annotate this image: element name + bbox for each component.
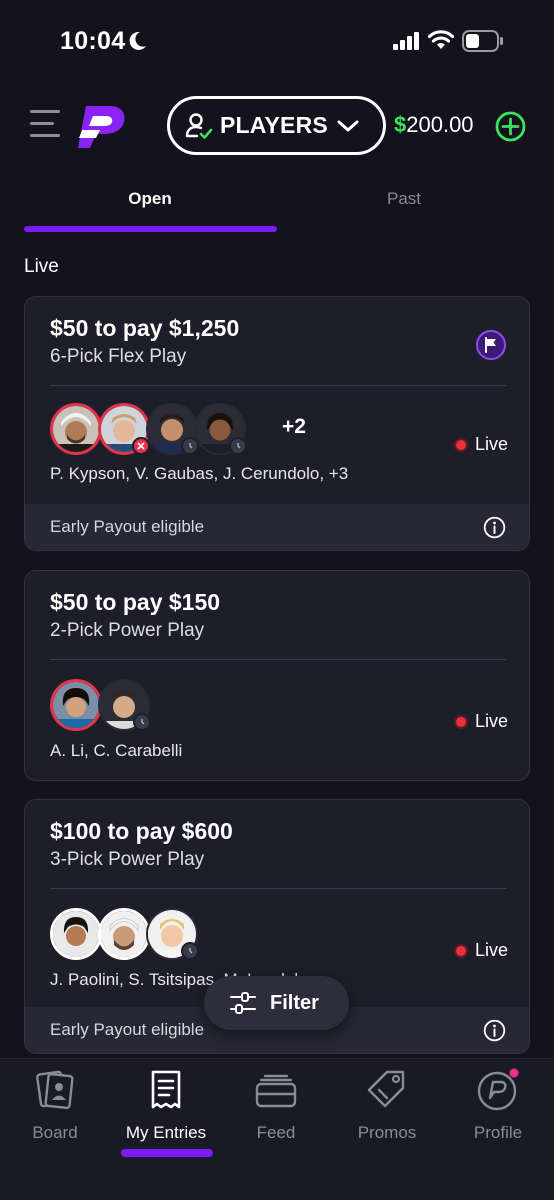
more-players-count: +2	[282, 415, 306, 438]
eliminated-x-icon	[132, 437, 150, 455]
prizepicks-logo-icon	[78, 106, 125, 148]
live-dot-icon	[454, 437, 468, 452]
live-status-label: Live	[475, 940, 509, 960]
bottom-navigation: Board My Entries Feed Promos Profile	[0, 1058, 554, 1200]
live-status: Live	[454, 434, 508, 455]
nav-label-promos: Promos	[357, 1123, 417, 1142]
entry-payout-title: $50 to pay $1,250	[50, 315, 240, 341]
section-heading-live: Live	[24, 256, 59, 277]
info-icon[interactable]	[483, 1019, 506, 1042]
nav-board[interactable]: Board	[5, 1069, 105, 1143]
filter-button[interactable]: Filter	[204, 976, 349, 1030]
battery-icon	[462, 30, 503, 52]
nav-my-entries[interactable]: My Entries	[116, 1069, 216, 1143]
early-payout-banner: Early Payout eligible	[25, 504, 529, 550]
live-status-label: Live	[475, 711, 509, 731]
player-avatar	[98, 908, 150, 960]
card-divider	[50, 659, 506, 660]
promos-icon	[367, 1070, 405, 1108]
players-label: PLAYERS	[220, 112, 328, 138]
account-balance[interactable]: $200.00	[394, 112, 474, 138]
moon-icon	[129, 31, 146, 50]
entry-play-type: 3-Pick Power Play	[50, 849, 205, 870]
nav-feed[interactable]: Feed	[226, 1069, 326, 1143]
card-divider	[50, 888, 506, 889]
menu-line	[30, 110, 60, 113]
entry-player-names: A. Li, C. Carabelli	[50, 741, 183, 760]
clock-icon	[229, 437, 247, 455]
entry-play-type: 6-Pick Flex Play	[50, 346, 187, 367]
player-check-icon	[185, 112, 213, 139]
entries-tabs: Open Past	[0, 172, 554, 236]
nav-label-my-entries: My Entries	[125, 1123, 207, 1142]
entry-player-names: P. Kypson, V. Gaubas, J. Cerundolo, +3	[50, 464, 349, 483]
status-time: 10:04	[60, 27, 126, 55]
clock-icon	[133, 713, 151, 731]
clock-icon	[181, 942, 199, 960]
entry-card[interactable]: $50 to pay $1,250 6-Pick Flex Play +2 Li…	[24, 296, 530, 551]
menu-line	[30, 134, 60, 137]
feed-icon	[255, 1074, 297, 1108]
entry-play-type: 2-Pick Power Play	[50, 620, 205, 641]
nav-profile[interactable]: Profile	[448, 1068, 548, 1143]
nav-label-profile: Profile	[473, 1123, 523, 1142]
chevron-down-icon	[337, 120, 359, 131]
live-dot-icon	[454, 943, 468, 958]
entry-payout-title: $50 to pay $150	[50, 589, 221, 615]
entry-card[interactable]: $50 to pay $150 2-Pick Power Play Live A…	[24, 570, 530, 781]
menu-line	[30, 122, 54, 125]
flag-icon[interactable]	[475, 329, 507, 361]
live-status: Live	[454, 940, 508, 961]
status-bar: 10:04	[0, 0, 554, 82]
live-status-label: Live	[475, 434, 509, 454]
entries-icon	[151, 1070, 181, 1109]
cellular-signal-icon	[393, 32, 419, 50]
card-divider	[50, 385, 506, 386]
balance-amount: 200.00	[406, 112, 474, 137]
tab-past[interactable]: Past	[278, 189, 530, 209]
info-icon[interactable]	[483, 516, 506, 539]
player-avatar	[50, 908, 102, 960]
active-nav-indicator	[121, 1149, 213, 1157]
early-payout-label: Early Payout eligible	[50, 1020, 205, 1039]
profile-icon	[477, 1068, 519, 1111]
filter-label: Filter	[270, 991, 319, 1014]
nav-label-feed: Feed	[256, 1123, 296, 1142]
sliders-icon	[230, 992, 256, 1014]
player-avatars: +2	[50, 403, 350, 455]
nav-promos[interactable]: Promos	[337, 1069, 437, 1143]
active-tab-indicator	[24, 226, 277, 232]
balance-currency: $	[394, 112, 407, 137]
early-payout-label: Early Payout eligible	[50, 517, 205, 536]
players-dropdown-button[interactable]: PLAYERS	[167, 96, 386, 155]
player-avatars	[50, 908, 350, 960]
tab-open[interactable]: Open	[24, 189, 276, 209]
wifi-icon	[428, 30, 454, 49]
nav-label-board: Board	[32, 1123, 78, 1142]
player-avatars	[50, 679, 350, 731]
menu-button[interactable]	[30, 110, 62, 140]
app-header: PLAYERS $200.00	[0, 82, 554, 172]
live-dot-icon	[454, 714, 468, 729]
add-funds-button[interactable]	[495, 111, 526, 142]
board-icon	[36, 1070, 74, 1110]
live-status: Live	[454, 711, 508, 732]
player-avatar	[50, 679, 102, 731]
entry-payout-title: $100 to pay $600	[50, 818, 233, 844]
player-avatar	[50, 403, 102, 455]
